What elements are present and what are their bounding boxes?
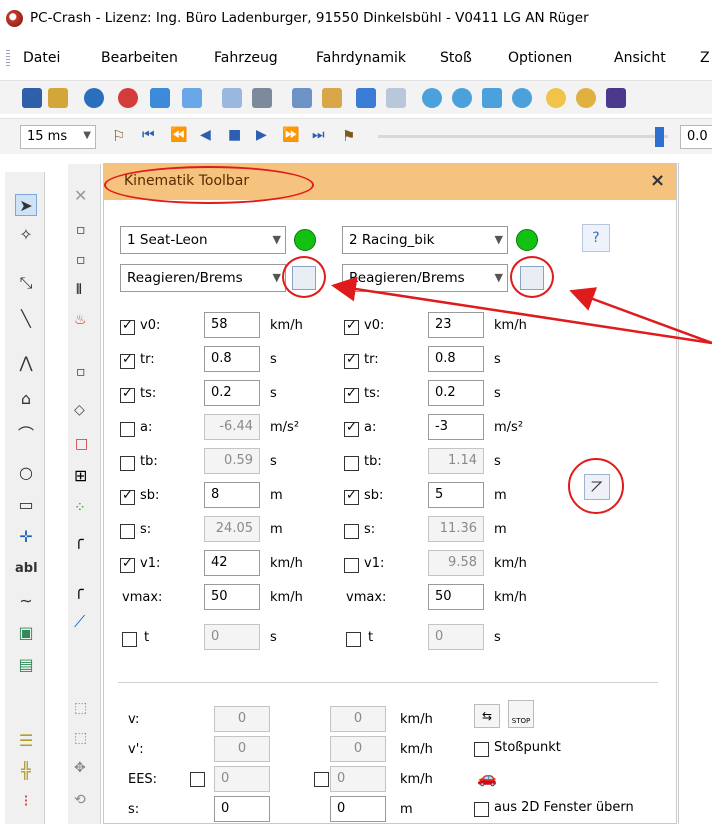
vehicle1-param-unit: m: [270, 522, 283, 537]
vehicle1-param-checkbox[interactable]: [120, 386, 135, 403]
vehicle2-param-unit: km/h: [494, 556, 527, 571]
vehicle2-param-unit: s: [494, 386, 501, 401]
vehicle2-param-unit: s: [494, 454, 501, 469]
vehicle1-param-label: sb:: [140, 488, 160, 503]
vehicle2-param-checkbox[interactable]: [344, 352, 359, 369]
vehicle2-param-label: ts:: [364, 386, 381, 401]
vehicle1-param-checkbox[interactable]: [120, 318, 135, 335]
vehicle2-param-label: s:: [364, 522, 376, 537]
vehicle1-param-field[interactable]: 0.59: [204, 448, 260, 474]
vehicle1-param-label: s:: [140, 522, 152, 537]
vehicle1-param-unit: km/h: [270, 556, 303, 571]
vehicle1-param-label: v1:: [140, 556, 161, 571]
vehicle2-param-checkbox[interactable]: [344, 524, 359, 539]
vehicle2-param-checkbox[interactable]: [344, 558, 359, 573]
vehicle1-param-field[interactable]: 0.8: [204, 346, 260, 372]
vehicle1-param-unit: m: [270, 488, 283, 503]
vehicle1-param-unit: m/s²: [270, 420, 300, 435]
vehicle1-param-unit: s: [270, 386, 277, 401]
arrow-to-copy1: [331, 276, 712, 345]
vehicle1-param-label: ts:: [140, 386, 157, 401]
vehicle2-param-label: sb:: [364, 488, 384, 503]
vehicle2-param-checkbox[interactable]: [344, 456, 359, 471]
vehicle2-param-checkbox[interactable]: [344, 318, 359, 335]
vehicle2-param-checkbox[interactable]: [344, 420, 359, 437]
vehicle2-param-field[interactable]: 0.2: [428, 380, 484, 406]
annotation-arrows: [331, 276, 712, 345]
vehicle2-param-label: v1:: [364, 556, 385, 571]
vehicle1-param-field[interactable]: 42: [204, 550, 260, 576]
vehicle1-param-checkbox[interactable]: [120, 524, 135, 539]
vehicle2-param-label: tr:: [364, 352, 379, 367]
vehicle2-param-unit: m: [494, 522, 507, 537]
vehicle1-param-field[interactable]: -6.44: [204, 414, 260, 440]
vehicle2-param-label: tb:: [364, 454, 382, 469]
vehicle2-param-unit: m: [494, 488, 507, 503]
vehicle2-param-unit: km/h: [494, 318, 527, 333]
vehicle2-param-unit: s: [494, 352, 501, 367]
vehicle2-param-field[interactable]: -3: [428, 414, 484, 440]
vehicle2-param-field[interactable]: 23: [428, 312, 484, 338]
vehicle1-param-field[interactable]: 0.2: [204, 380, 260, 406]
vehicle1-param-unit: s: [270, 454, 277, 469]
vehicle2-param-label: v0:: [364, 318, 385, 333]
vehicle1-param-unit: km/h: [270, 318, 303, 333]
vehicle2-param-label: a:: [364, 420, 377, 435]
vehicle2-param-field[interactable]: 1.14: [428, 448, 484, 474]
vehicle2-param-field[interactable]: 9.58: [428, 550, 484, 576]
vehicle1-param-label: a:: [140, 420, 153, 435]
vehicle2-param-field[interactable]: 0.8: [428, 346, 484, 372]
vehicle1-param-checkbox[interactable]: [120, 456, 135, 471]
vehicle1-param-field[interactable]: 24.05: [204, 516, 260, 542]
vehicle1-param-checkbox[interactable]: [120, 352, 135, 369]
vehicle1-param-field[interactable]: 8: [204, 482, 260, 508]
vehicle1-param-checkbox[interactable]: [120, 488, 135, 505]
vehicle2-param-field[interactable]: 5: [428, 482, 484, 508]
vehicle2-param-field[interactable]: 11.36: [428, 516, 484, 542]
vehicle2-param-checkbox[interactable]: [344, 488, 359, 505]
vehicle1-param-label: tb:: [140, 454, 158, 469]
vehicle1-param-unit: s: [270, 352, 277, 367]
vehicle2-param-unit: m/s²: [494, 420, 524, 435]
arrow-to-copy2: [569, 287, 712, 345]
vehicle1-param-checkbox[interactable]: [120, 422, 135, 437]
vehicle1-param-label: v0:: [140, 318, 161, 333]
vehicle1-param-checkbox[interactable]: [120, 556, 135, 573]
vehicle2-param-checkbox[interactable]: [344, 386, 359, 403]
vehicle1-param-field[interactable]: 58: [204, 312, 260, 338]
vehicle1-param-label: tr:: [140, 352, 155, 367]
